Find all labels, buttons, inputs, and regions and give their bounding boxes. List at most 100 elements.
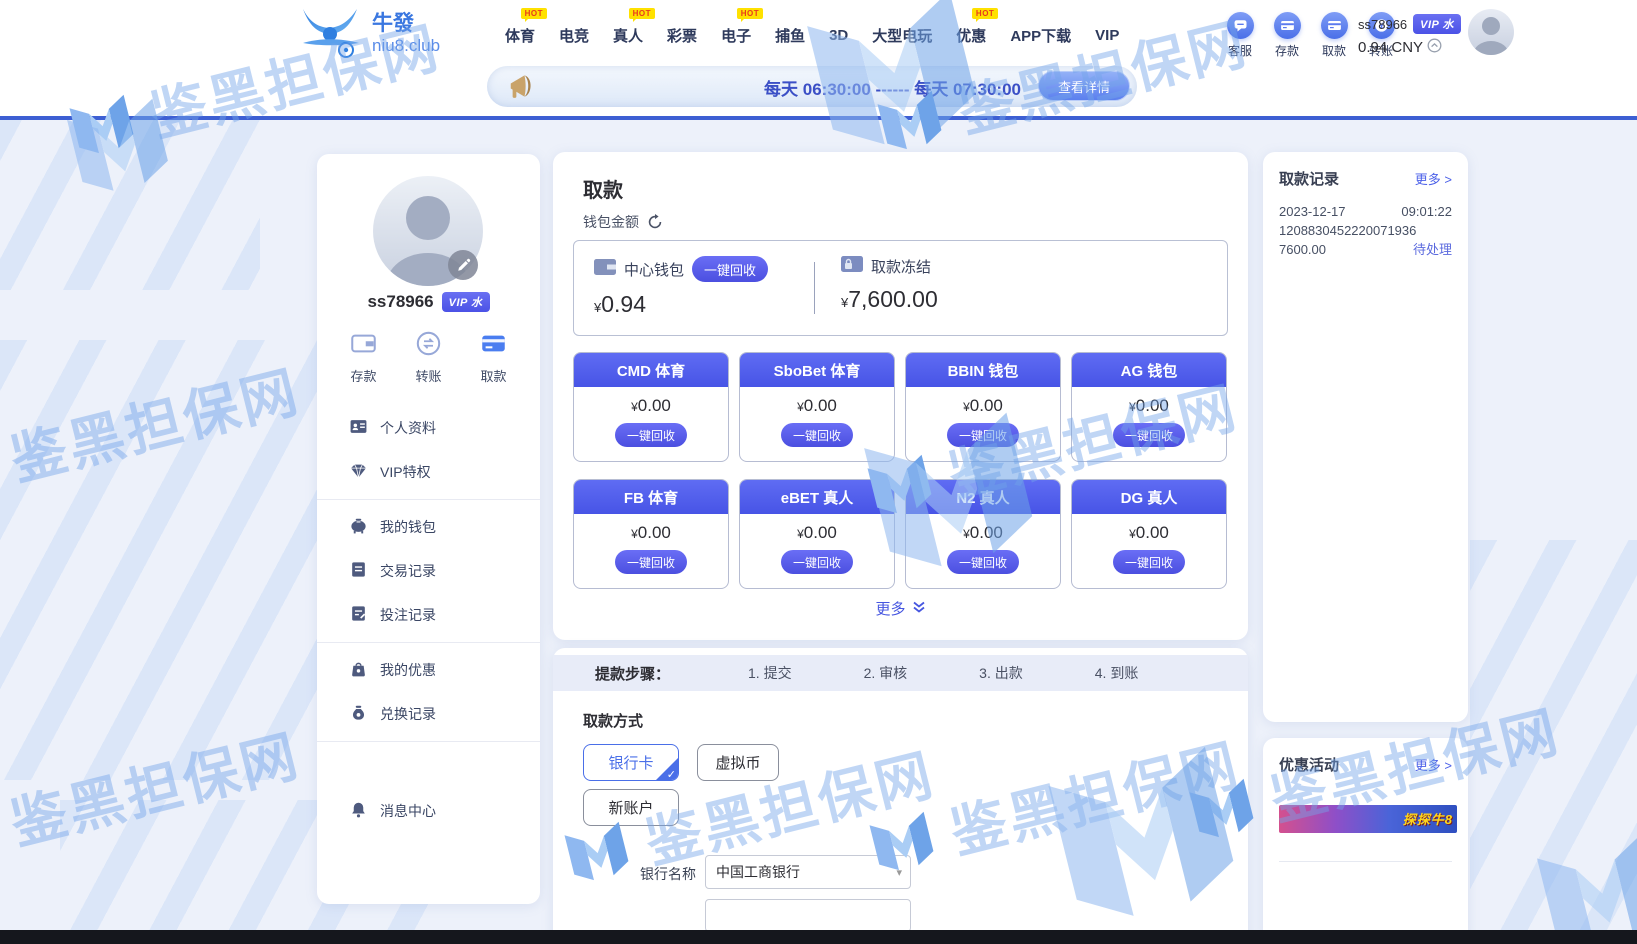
bg-stripes [1470, 540, 1637, 940]
quick-action-customer-service[interactable]: 客服 [1222, 12, 1258, 59]
lock-card-icon [841, 256, 863, 277]
method-bank-card[interactable]: 银行卡 [583, 744, 679, 781]
sidebar-item-bet-records[interactable]: 投注记录 [317, 593, 540, 637]
recycle-button[interactable]: 一键回收 [781, 423, 853, 447]
wallet-card-title: AG 钱包 [1072, 353, 1226, 387]
recycle-button[interactable]: 一键回收 [781, 550, 853, 574]
divider [317, 499, 540, 500]
balance-row[interactable]: 0.94 CNY [1358, 38, 1461, 57]
recycle-button[interactable]: 一键回收 [947, 550, 1019, 574]
nav-item-promotions[interactable]: 优惠HOT [956, 17, 986, 46]
recycle-button[interactable]: 一键回收 [615, 423, 687, 447]
wallet-card-amount: ¥0.00 [740, 523, 894, 543]
wallet-card-amount: ¥0.00 [740, 396, 894, 416]
gift-bag-icon [349, 659, 368, 681]
recycle-button[interactable]: 一键回收 [615, 550, 687, 574]
nav-item-live-casino[interactable]: 真人HOT [613, 17, 643, 46]
recycle-all-button[interactable]: 一键回收 [692, 256, 768, 282]
sidebar: ss78966 VIP 水 存款转账取款 个人资料VIP特权我的钱包交易记录投注… [317, 154, 540, 904]
double-chevron-down-icon [912, 600, 926, 618]
wallet-card-title: N2 真人 [906, 480, 1060, 514]
avatar[interactable] [1468, 9, 1514, 55]
records-more-link[interactable]: 更多 > [1415, 169, 1452, 188]
nav-item-vip[interactable]: VIP [1095, 19, 1119, 44]
sidebar-item-vip-privileges[interactable]: VIP特权 [317, 450, 540, 494]
megaphone-icon [507, 71, 537, 106]
doc-pen-icon [349, 604, 368, 626]
show-more-wallets[interactable]: 更多 [553, 598, 1248, 619]
frozen-label: 取款冻结 [871, 256, 931, 277]
nav-item-app-download[interactable]: APP下载 [1010, 17, 1071, 46]
promotions-more-link[interactable]: 更多 > [1415, 755, 1452, 774]
brand-domain: niu8.club [372, 36, 440, 56]
method-crypto[interactable]: 虚拟币 [697, 744, 779, 781]
brand-title: 牛發 [372, 12, 440, 36]
bank-branch-input[interactable] [705, 899, 911, 932]
sidebar-item-my-promos[interactable]: 我的优惠 [317, 648, 540, 692]
sidebar-item-profile[interactable]: 个人资料 [317, 406, 540, 450]
sidebar-quick-actions: 存款转账取款 [317, 330, 540, 385]
nav-item-3d[interactable]: 3D [829, 19, 848, 44]
nav-item-fishing[interactable]: 捕鱼 [775, 17, 805, 46]
piggy-bank-icon [349, 516, 368, 538]
wallet-amount-label: 钱包金额 [583, 212, 639, 232]
sidebar-action-deposit[interactable]: 存款 [350, 330, 377, 385]
frozen-amount: ¥7,600.00 [841, 286, 938, 313]
hot-badge: HOT [521, 8, 547, 19]
sidebar-action-transfer[interactable]: 转账 [415, 330, 442, 385]
announcement-detail-button[interactable]: 查看详情 [1038, 71, 1130, 101]
bg-stripes [0, 110, 260, 290]
bottom-dark-bar [0, 930, 1637, 944]
nav-item-slots[interactable]: 电子HOT [721, 17, 751, 46]
bank-name-select[interactable]: 中国工商银行 ▾ [705, 855, 911, 889]
records-title: 取款记录 [1279, 168, 1339, 189]
brand-logo[interactable]: 牛發 niu8.club [298, 3, 440, 64]
sidebar-vip-badge: VIP 水 [442, 292, 490, 312]
steps-title: 提款步骤： [595, 663, 670, 684]
method-new-account[interactable]: 新账户 [583, 789, 679, 826]
promo-banner[interactable]: 探探牛8 [1279, 805, 1457, 833]
wallet-card-title: SboBet 体育 [740, 353, 894, 387]
withdraw-method-title: 取款方式 [583, 710, 643, 731]
withdraw-form-panel: 提款步骤： 1. 提交2. 审核3. 出款4. 到账 取款方式 银行卡虚拟币新账… [553, 648, 1248, 944]
quick-action-withdraw[interactable]: 取款 [1316, 12, 1352, 59]
nav-item-arcade[interactable]: 大型电玩 [872, 17, 932, 46]
wallet-card: BBIN 钱包 ¥0.00 一键回收 [905, 352, 1061, 462]
sidebar-item-exchange-records[interactable]: 兑换记录 [317, 692, 540, 736]
sidebar-menu: 个人资料VIP特权我的钱包交易记录投注记录我的优惠兑换记录消息中心 [317, 406, 540, 833]
bg-stripes [0, 340, 330, 780]
wallet-card: SboBet 体育 ¥0.00 一键回收 [739, 352, 895, 462]
sidebar-user-row: ss78966 VIP 水 [317, 292, 540, 312]
sidebar-item-transaction-records[interactable]: 交易记录 [317, 549, 540, 593]
nav-item-sports[interactable]: 体育HOT [505, 17, 535, 46]
id-card-icon [349, 417, 368, 439]
withdraw-steps-bar: 提款步骤： 1. 提交2. 审核3. 出款4. 到账 [553, 655, 1248, 691]
recycle-button[interactable]: 一键回收 [1113, 550, 1185, 574]
wallet-card: CMD 体育 ¥0.00 一键回收 [573, 352, 729, 462]
sidebar-item-my-wallet[interactable]: 我的钱包 [317, 505, 540, 549]
quick-action-deposit[interactable]: 存款 [1269, 12, 1305, 59]
nav-item-esports[interactable]: 电竞 [559, 17, 589, 46]
username: ss78966 [1358, 17, 1407, 32]
chevron-circle-icon [1427, 38, 1442, 57]
balance-value: 0.94 CNY [1358, 39, 1423, 56]
wallet-card-title: eBET 真人 [740, 480, 894, 514]
refresh-icon[interactable] [647, 214, 663, 230]
wallet-card-amount: ¥0.00 [574, 396, 728, 416]
step-1: 1. 提交 [748, 663, 792, 683]
edit-avatar-button[interactable] [448, 250, 478, 280]
withdraw-records-panel: 取款记录 更多 > 2023-12-17 09:01:22 1208830452… [1263, 152, 1468, 722]
recycle-button[interactable]: 一键回收 [1113, 423, 1185, 447]
recycle-button[interactable]: 一键回收 [947, 423, 1019, 447]
wallet-overview-box: 中心钱包 一键回收 ¥0.94 取款冻结 ¥7,600.00 [573, 240, 1228, 336]
username-row[interactable]: ss78966 VIP 水 [1358, 14, 1461, 34]
wallet-amount-row: 钱包金额 [583, 212, 663, 232]
sidebar-item-message-center[interactable]: 消息中心 [317, 789, 540, 833]
wallet-card-title: CMD 体育 [574, 353, 728, 387]
sidebar-username: ss78966 [367, 292, 433, 312]
wallet-card-amount: ¥0.00 [906, 396, 1060, 416]
nav-item-lottery[interactable]: 彩票 [667, 17, 697, 46]
sidebar-action-withdraw[interactable]: 取款 [480, 330, 507, 385]
wallet-card-title: BBIN 钱包 [906, 353, 1060, 387]
wallet-outline-icon [350, 330, 377, 360]
